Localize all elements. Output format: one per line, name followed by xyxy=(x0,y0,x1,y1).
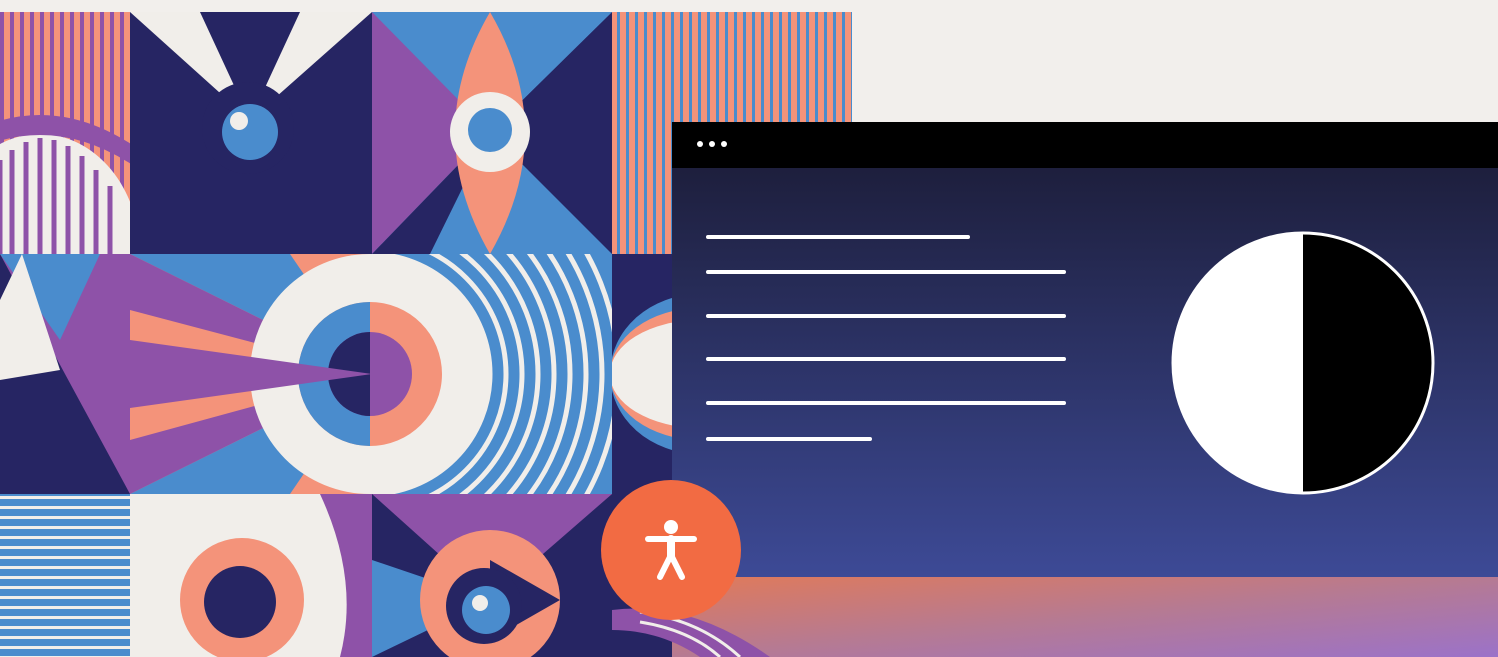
window-dot xyxy=(709,141,715,147)
eye-icon xyxy=(450,92,530,172)
tile-r1c3 xyxy=(372,12,612,254)
bottom-gradient-band xyxy=(612,577,1498,657)
geometric-illustration xyxy=(0,12,1498,657)
tile-r1c2 xyxy=(130,12,372,254)
browser-window xyxy=(672,122,1498,577)
tile-r3c1 xyxy=(0,494,130,657)
eye-icon xyxy=(180,538,304,657)
tile-r3c2 xyxy=(130,494,372,657)
window-titlebar xyxy=(672,122,1498,168)
tile-r3c3 xyxy=(372,494,612,657)
accessibility-person-icon xyxy=(645,520,697,580)
accessibility-button[interactable] xyxy=(601,480,741,620)
window-dot xyxy=(721,141,727,147)
half-circle-contrast-icon xyxy=(1171,231,1435,495)
window-dot xyxy=(697,141,703,147)
tile-r2c1 xyxy=(0,254,130,494)
eye-icon xyxy=(202,82,294,174)
eye-icon xyxy=(446,568,522,644)
window-dots-icon[interactable] xyxy=(697,141,727,147)
